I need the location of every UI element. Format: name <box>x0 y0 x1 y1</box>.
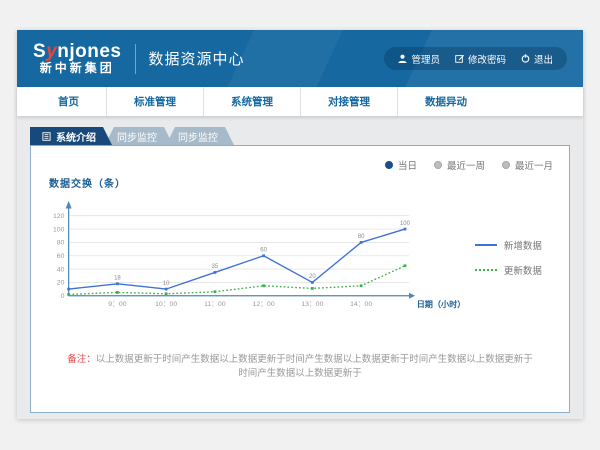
radio-label: 最近一周 <box>447 158 485 172</box>
radio-label: 当日 <box>398 158 417 172</box>
legend-label: 更新数据 <box>504 263 542 277</box>
main-nav: 首页 标准管理 系统管理 对接管理 数据异动 <box>17 87 583 116</box>
chart-legend: 新增数据 更新数据 <box>475 192 557 326</box>
svg-text:14：00: 14：00 <box>350 301 372 308</box>
svg-text:40: 40 <box>57 266 65 273</box>
svg-text:60: 60 <box>57 253 65 260</box>
radio-dot <box>502 161 510 169</box>
svg-text:60: 60 <box>260 247 267 253</box>
user-toolbar: 管理员 修改密码 退出 <box>384 47 567 70</box>
header-divider <box>135 44 136 74</box>
svg-text:20: 20 <box>309 274 316 280</box>
svg-text:13：00: 13：00 <box>301 301 323 308</box>
tab-label: 同步监控 <box>117 129 157 144</box>
tab-system-intro[interactable]: 系统介绍 <box>30 127 112 145</box>
legend-swatch-dotted <box>475 269 497 271</box>
change-password-button[interactable]: 修改密码 <box>455 52 506 66</box>
svg-text:100: 100 <box>400 221 411 227</box>
svg-text:日期（小时）: 日期（小时） <box>417 299 466 309</box>
line-chart: 0 20 40 60 80 100 120 9：00 10：00 11：00 12：00 13：00 1… <box>43 192 475 326</box>
app-header: Synjones 新中新集团 数据资源中心 管理员 修改密码 <box>17 30 583 87</box>
app-window: Synjones 新中新集团 数据资源中心 管理员 修改密码 <box>17 30 583 419</box>
footnote: 备注：以上数据更新于时间产生数据以上数据更新于时间产生数据以上数据更新于时间产生… <box>43 351 557 379</box>
radio-label: 最近一月 <box>515 158 553 172</box>
svg-text:120: 120 <box>53 213 65 220</box>
radio-today[interactable]: 当日 <box>385 158 417 172</box>
document-icon <box>42 132 51 141</box>
nav-item-home[interactable]: 首页 <box>31 87 106 116</box>
logo-accent-letter: y <box>46 41 57 62</box>
svg-text:20: 20 <box>57 280 65 287</box>
user-icon <box>398 54 407 63</box>
chart-y-axis-title: 数据交换（条） <box>49 175 557 190</box>
svg-text:10: 10 <box>163 281 170 287</box>
edit-icon <box>455 54 464 63</box>
nav-item-system[interactable]: 系统管理 <box>203 87 300 116</box>
svg-text:12：00: 12：00 <box>253 301 275 308</box>
logo-letter: S <box>33 41 46 62</box>
svg-text:80: 80 <box>57 240 65 247</box>
tab-label: 系统介绍 <box>56 129 96 144</box>
svg-text:0: 0 <box>61 293 65 300</box>
legend-item-updated-data: 更新数据 <box>475 263 557 277</box>
radio-dot-selected <box>385 161 393 169</box>
svg-text:100: 100 <box>53 226 65 233</box>
legend-label: 新增数据 <box>504 238 542 252</box>
nav-item-integration[interactable]: 对接管理 <box>300 87 397 116</box>
power-icon <box>521 54 530 63</box>
logout-button[interactable]: 退出 <box>521 52 553 66</box>
tab-bar: 系统介绍 同步监控 同步监控 <box>30 127 570 145</box>
nav-item-standards[interactable]: 标准管理 <box>106 87 203 116</box>
change-password-label: 修改密码 <box>468 52 506 66</box>
page-title: 数据资源中心 <box>149 48 245 69</box>
legend-item-new-data: 新增数据 <box>475 238 557 252</box>
svg-text:18: 18 <box>114 275 121 281</box>
logo-company-name: 新中新集团 <box>33 62 122 75</box>
time-range-filter: 当日 最近一周 最近一月 <box>43 158 553 172</box>
footnote-prefix: 备注： <box>67 354 96 365</box>
tab-sync-monitor-1[interactable]: 同步监控 <box>105 127 173 145</box>
user-name-label: 管理员 <box>411 52 440 66</box>
logo-wordmark: Synjones <box>33 42 122 62</box>
logout-label: 退出 <box>534 52 553 66</box>
nav-item-data-change[interactable]: 数据异动 <box>397 87 494 116</box>
logo-letters: njones <box>57 41 121 62</box>
radio-dot <box>434 161 442 169</box>
company-logo: Synjones 新中新集团 <box>33 42 122 75</box>
svg-text:35: 35 <box>212 264 219 270</box>
svg-text:80: 80 <box>358 234 365 240</box>
content-area: 系统介绍 同步监控 同步监控 当日 最近一周 <box>17 116 583 419</box>
svg-text:10：00: 10：00 <box>155 301 177 308</box>
chart-panel: 当日 最近一周 最近一月 数据交换（条） 0 20 40 60 80 100 120 9：00… <box>30 145 570 413</box>
chart-container: 0 20 40 60 80 100 120 9：00 10：00 11：00 12：00 13：00 1… <box>43 192 557 326</box>
radio-last-week[interactable]: 最近一周 <box>434 158 485 172</box>
tab-label: 同步监控 <box>178 129 218 144</box>
legend-swatch-solid <box>475 244 497 246</box>
svg-text:11：00: 11：00 <box>204 301 226 308</box>
tab-sync-monitor-2[interactable]: 同步监控 <box>166 127 234 145</box>
svg-text:9：00: 9：00 <box>108 301 126 308</box>
current-user[interactable]: 管理员 <box>398 52 440 66</box>
footnote-text: 以上数据更新于时间产生数据以上数据更新于时间产生数据以上数据更新于时间产生数据以… <box>96 354 533 379</box>
radio-last-month[interactable]: 最近一月 <box>502 158 553 172</box>
